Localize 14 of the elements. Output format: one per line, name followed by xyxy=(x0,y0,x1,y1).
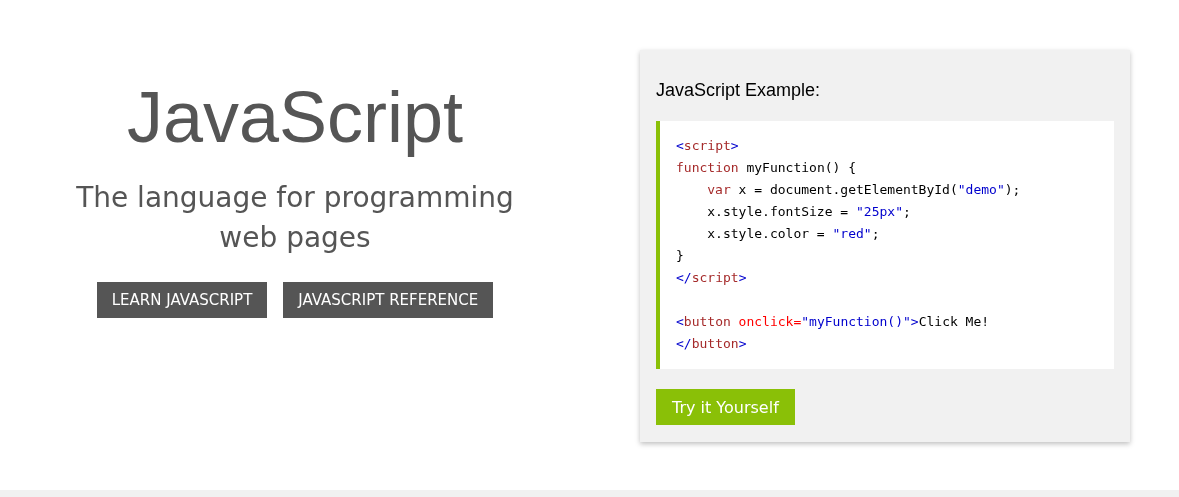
code-line: <button onclick="myFunction()">Click Me! xyxy=(676,313,990,331)
code-line: </script> xyxy=(676,269,747,287)
page-title: JavaScript xyxy=(126,76,464,159)
code-line: x.style.fontSize = "25px"; xyxy=(707,203,911,221)
code-line: function myFunction() { xyxy=(676,159,857,177)
code-line: </button> xyxy=(676,335,747,353)
example-heading: JavaScript Example: xyxy=(656,80,821,101)
code-line: var x = document.getElementById("demo"); xyxy=(707,181,1021,199)
code-line: } xyxy=(676,247,684,265)
link-button[interactable]: JAVASCRIPT REFERENCE xyxy=(283,282,494,318)
code-line: <script> xyxy=(676,137,739,155)
subtitle: The language for programming web pages xyxy=(75,180,515,256)
code-line: x.style.color = "red"; xyxy=(707,225,880,243)
link-button[interactable]: LEARN JAVASCRIPT xyxy=(96,282,268,318)
